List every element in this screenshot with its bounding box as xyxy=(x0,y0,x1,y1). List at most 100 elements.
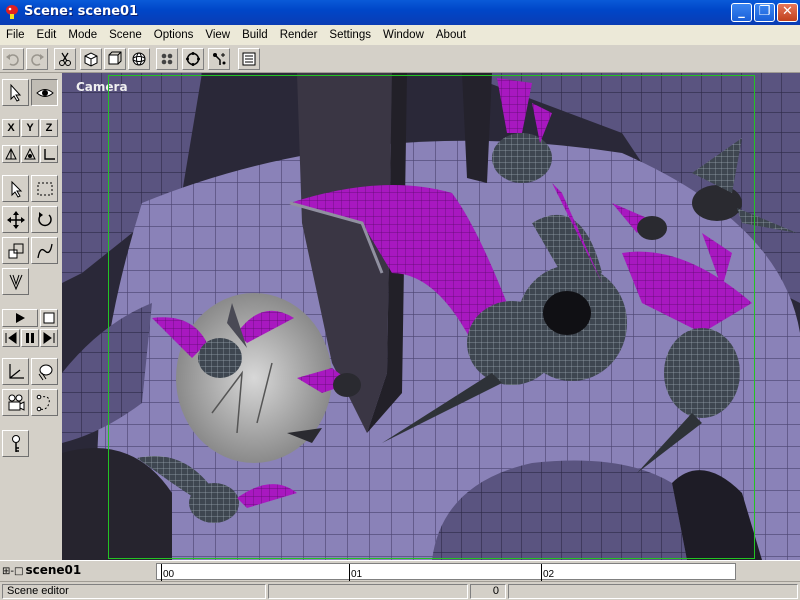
prev-icon xyxy=(5,332,17,344)
eye-icon xyxy=(35,88,54,97)
timeline-tick: 00 xyxy=(161,564,174,581)
next-icon xyxy=(43,332,55,344)
target-button[interactable] xyxy=(182,48,204,70)
key-button[interactable] xyxy=(2,430,29,457)
coord-local-icon xyxy=(5,147,17,160)
status-mode: Scene editor xyxy=(2,584,266,599)
minimize-button[interactable]: _ xyxy=(731,3,752,22)
eye-button[interactable] xyxy=(31,79,58,106)
sparkle-icon xyxy=(213,53,226,65)
close-button[interactable]: ✕ xyxy=(777,3,798,22)
cube-solid-icon xyxy=(84,52,98,67)
rotate-button[interactable] xyxy=(31,206,58,233)
menu-file[interactable]: File xyxy=(0,29,31,41)
timeline-bar: ⊞-□ scene01 00 01 02 xyxy=(0,560,800,581)
path-button[interactable] xyxy=(31,389,58,416)
coord-world-icon xyxy=(44,149,55,160)
timeline-tick: 01 xyxy=(349,564,362,581)
redo-button[interactable] xyxy=(26,48,48,70)
cut-button[interactable] xyxy=(54,48,76,70)
main-toolbar xyxy=(0,45,800,73)
axis-y-button[interactable]: Y xyxy=(21,119,39,137)
particles-button[interactable] xyxy=(156,48,178,70)
scene-name: scene01 xyxy=(25,563,82,577)
axis-x-button[interactable]: X xyxy=(2,119,20,137)
list-icon xyxy=(242,52,256,66)
menu-render[interactable]: Render xyxy=(274,29,324,41)
camera-icon xyxy=(8,394,24,411)
menu-window[interactable]: Window xyxy=(377,29,430,41)
sphere-button[interactable] xyxy=(128,48,150,70)
cube-wire-button[interactable] xyxy=(104,48,126,70)
menu-about[interactable]: About xyxy=(430,29,472,41)
select-arrow-button[interactable] xyxy=(2,79,29,106)
timeline-track[interactable]: 00 01 02 xyxy=(156,563,736,581)
safe-frame xyxy=(108,75,755,559)
camera-button[interactable] xyxy=(2,389,29,416)
play-icon xyxy=(16,313,25,323)
window-title: Scene: scene01 xyxy=(24,4,139,19)
sphere-select-icon xyxy=(38,364,52,380)
list-button[interactable] xyxy=(238,48,260,70)
timeline-end-panel xyxy=(736,563,798,580)
play-button[interactable] xyxy=(2,309,38,327)
move-button[interactable] xyxy=(2,206,29,233)
sphere-select-button[interactable] xyxy=(31,358,58,385)
status-frame: 0 xyxy=(470,584,506,599)
menu-mode[interactable]: Mode xyxy=(62,29,103,41)
sparkle-button[interactable] xyxy=(208,48,230,70)
particles-icon xyxy=(161,53,173,65)
target-icon xyxy=(186,52,200,66)
move-icon xyxy=(6,210,25,229)
undo-button[interactable] xyxy=(2,48,24,70)
tool-panel: X Y Z xyxy=(0,73,62,560)
scale-icon xyxy=(8,243,23,258)
axes-icon xyxy=(8,363,24,379)
menu-options[interactable]: Options xyxy=(148,29,200,41)
tree-expand-icon[interactable]: ⊞-□ xyxy=(2,566,23,577)
key-icon xyxy=(11,434,20,452)
rect-select-icon xyxy=(37,182,52,195)
app-icon xyxy=(6,5,18,19)
scene-tree-label[interactable]: ⊞-□ scene01 xyxy=(2,563,81,577)
path-icon xyxy=(36,394,50,411)
menu-view[interactable]: View xyxy=(199,29,236,41)
timeline-tick: 02 xyxy=(541,564,554,581)
cube-solid-button[interactable] xyxy=(80,48,102,70)
status-panel-right xyxy=(508,584,798,599)
axis-z-button[interactable]: Z xyxy=(40,119,58,137)
stop-icon xyxy=(43,312,55,324)
redo-icon xyxy=(31,54,44,66)
select-icon xyxy=(11,180,22,198)
coord-parent-button[interactable] xyxy=(21,145,39,163)
next-button[interactable] xyxy=(40,329,58,347)
menu-settings[interactable]: Settings xyxy=(323,29,377,41)
title-bar[interactable]: Scene: scene01 _ ❐ ✕ xyxy=(0,0,800,25)
scale-button[interactable] xyxy=(2,237,29,264)
rotate-icon xyxy=(37,211,52,226)
select-arrow-icon xyxy=(10,83,21,102)
cut-icon xyxy=(59,52,71,66)
pause-icon xyxy=(26,333,34,343)
bones-button[interactable] xyxy=(2,268,29,295)
restore-button[interactable]: ❐ xyxy=(754,3,775,22)
stop-button[interactable] xyxy=(40,309,58,327)
axes-button[interactable] xyxy=(2,358,29,385)
camera-viewport[interactable]: Camera xyxy=(62,73,800,560)
coord-local-button[interactable] xyxy=(2,145,20,163)
curve-icon xyxy=(36,243,53,258)
menu-scene[interactable]: Scene xyxy=(103,29,148,41)
bones-icon xyxy=(9,274,22,290)
prev-button[interactable] xyxy=(2,329,20,347)
menu-edit[interactable]: Edit xyxy=(31,29,63,41)
status-bar: Scene editor 0 xyxy=(0,581,800,600)
coord-world-button[interactable] xyxy=(40,145,58,163)
sphere-icon xyxy=(132,52,146,66)
select-button[interactable] xyxy=(2,175,29,202)
rect-select-button[interactable] xyxy=(31,175,58,202)
curve-button[interactable] xyxy=(31,237,58,264)
undo-icon xyxy=(6,54,19,66)
pause-button[interactable] xyxy=(21,329,39,347)
coord-parent-icon xyxy=(24,147,36,160)
menu-build[interactable]: Build xyxy=(236,29,274,41)
